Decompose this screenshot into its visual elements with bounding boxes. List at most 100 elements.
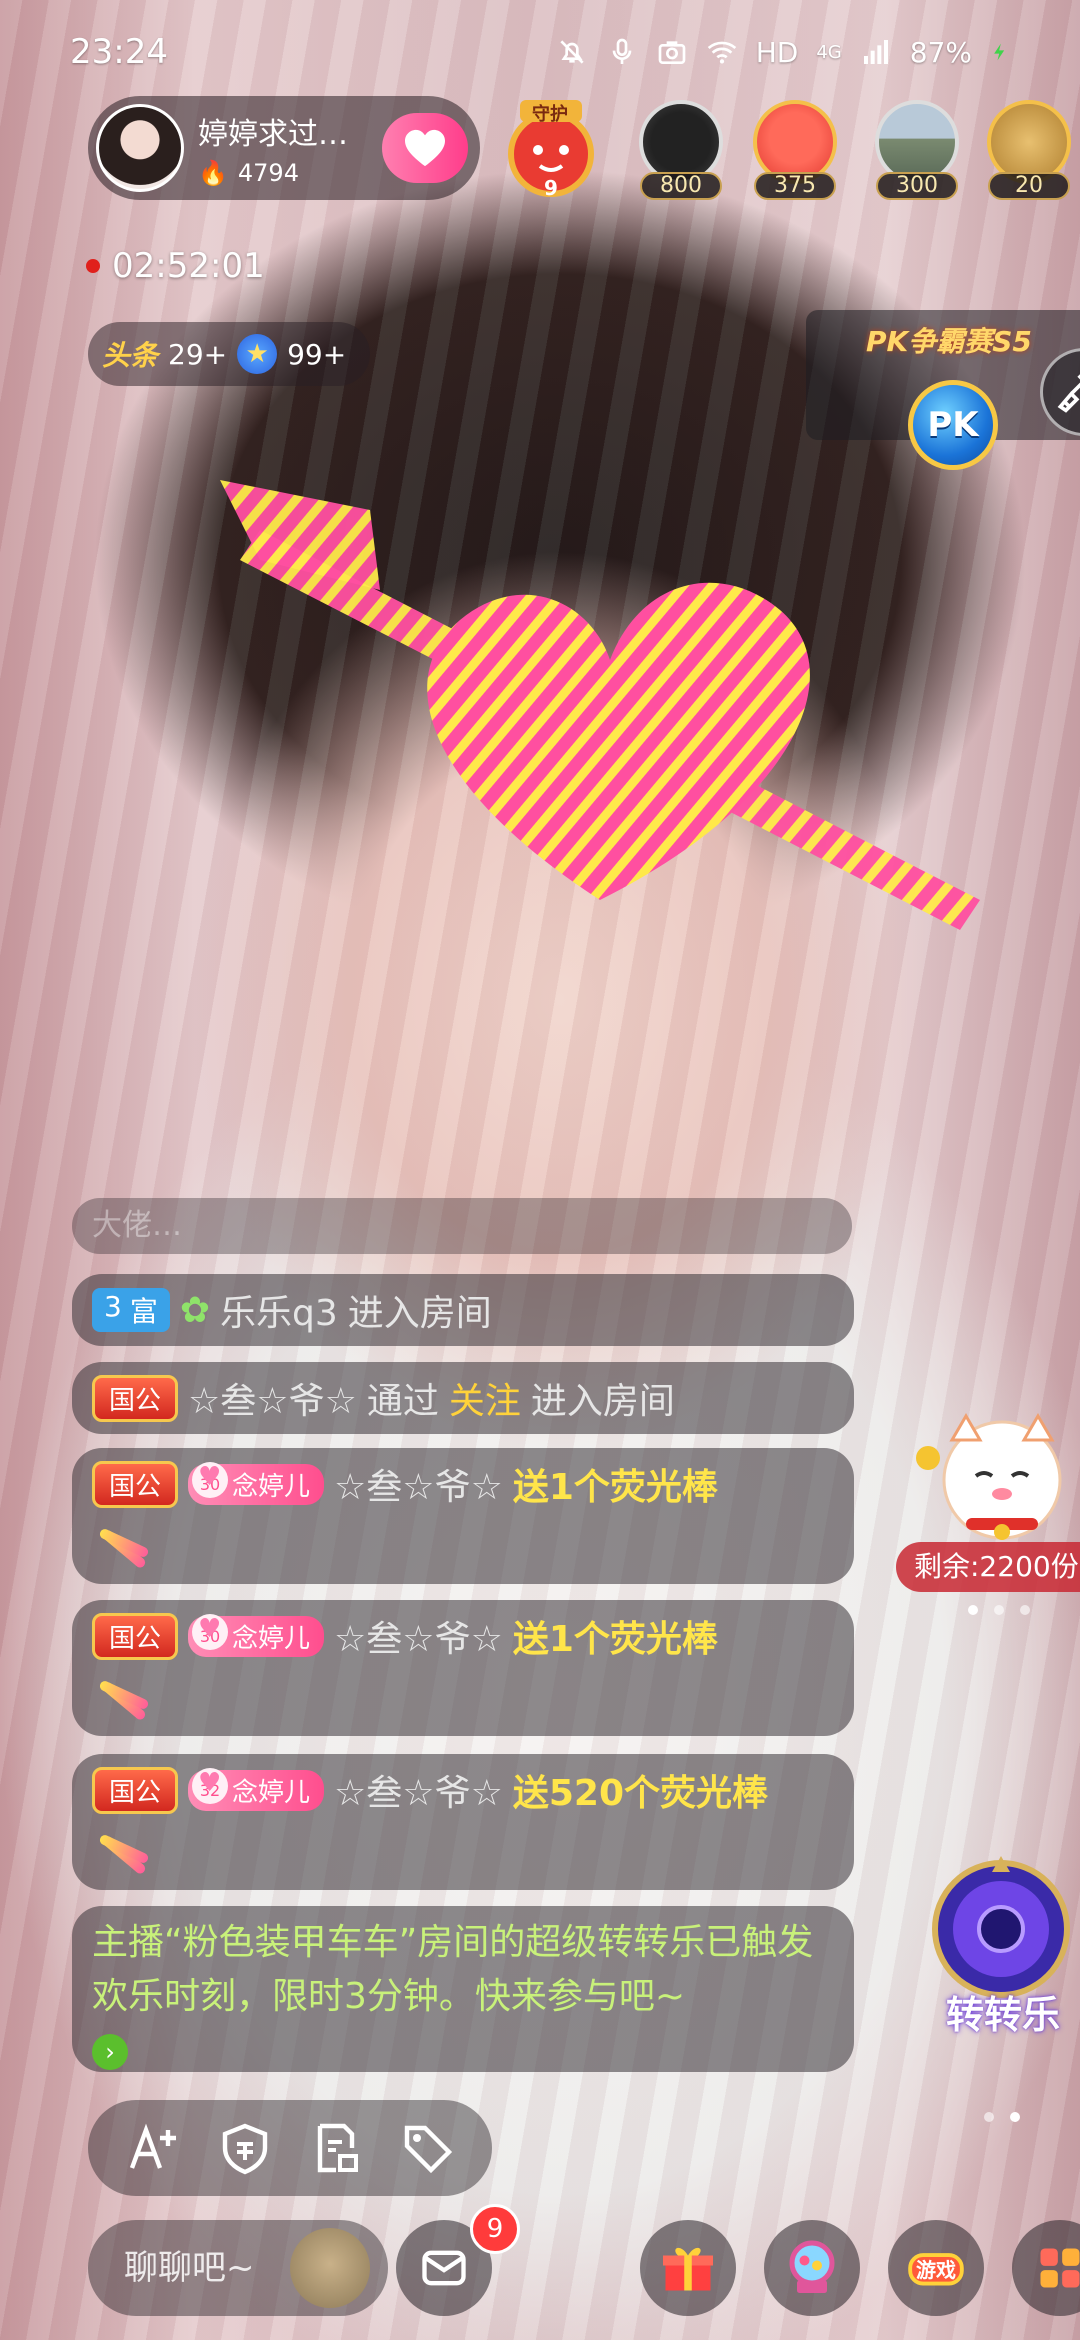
chevron-right-icon[interactable]: › bbox=[92, 2034, 128, 2070]
font-plus-icon bbox=[129, 2123, 176, 2169]
star-coin-icon: ★ bbox=[237, 334, 278, 374]
chat-via-action: 关注 bbox=[448, 1381, 521, 1422]
fan-name: 念婷儿 bbox=[232, 1471, 311, 1502]
fan-level: 32 bbox=[192, 1760, 229, 1806]
font-size-button[interactable] bbox=[122, 2116, 186, 2180]
chat-action: 进入房间 bbox=[530, 1381, 675, 1422]
viewer-avatar-2[interactable]: 375 bbox=[750, 100, 840, 200]
chat-message-gift-1[interactable]: 国公 30 念婷儿 ☆叁☆爷☆ 送1个荧光棒 bbox=[72, 1448, 854, 1584]
chat-message-enter-2[interactable]: 国公 ☆叁☆爷☆ 通过 关注 进入房间 bbox=[72, 1362, 854, 1434]
chat-message-enter-1[interactable]: 3 富 ✿ 乐乐q3 进入房间 bbox=[72, 1274, 854, 1346]
game-button[interactable]: 游戏 bbox=[888, 2220, 984, 2316]
message-count-badge: 9 bbox=[470, 2204, 520, 2254]
carousel-dot bbox=[994, 1605, 1004, 1615]
heart-arrow-sticker bbox=[220, 480, 980, 930]
hd-indicator: HD bbox=[755, 35, 799, 69]
rank-pill[interactable]: 头条 29+ ★ 99+ bbox=[88, 322, 370, 386]
chat-username[interactable]: 乐乐q3 bbox=[220, 1284, 338, 1336]
chat-via: 通过 bbox=[366, 1381, 439, 1422]
rich-label: 富 bbox=[129, 1295, 158, 1328]
charging-icon bbox=[994, 43, 1005, 61]
flame-icon: 🔥 bbox=[198, 159, 228, 187]
system-announcement[interactable]: 主播“粉色装甲车车”房间的超级转转乐已触发欢乐时刻，限时3分钟。快来参与吧~ › bbox=[72, 1906, 854, 2072]
carousel-dot bbox=[1010, 2112, 1020, 2122]
glowstick-gift-icon bbox=[92, 1826, 148, 1882]
host-name: 婷婷求过… bbox=[198, 117, 348, 152]
ticket-button[interactable] bbox=[304, 2116, 368, 2180]
wifi-icon bbox=[707, 41, 736, 64]
rich-level: 3 bbox=[104, 1290, 122, 1323]
chat-username[interactable]: ☆叁☆爷☆ bbox=[334, 1610, 503, 1662]
viewer-avatar-1[interactable]: 800 bbox=[636, 100, 726, 200]
gift-button[interactable] bbox=[640, 2220, 736, 2316]
toutiao-label: 头条 bbox=[102, 339, 159, 372]
host-heat-value: 4794 bbox=[237, 159, 299, 187]
fan-badge: 30 念婷儿 bbox=[188, 1454, 325, 1505]
follow-heart-button[interactable] bbox=[382, 113, 468, 183]
noble-badge: 国公 bbox=[92, 1374, 179, 1422]
shield-icon bbox=[222, 2123, 267, 2175]
guard-label: 守护 bbox=[532, 104, 568, 125]
live-timer: 02:52:01 bbox=[86, 246, 265, 286]
pk-title: PK争霸赛S5 bbox=[866, 325, 1032, 358]
mute-bell-icon bbox=[560, 40, 584, 64]
noble-badge: 国公 bbox=[92, 1766, 179, 1814]
status-bar: 23:24 HD 4G 87% bbox=[0, 0, 1080, 104]
system-message-text: 主播“粉色装甲车车”房间的超级转转乐已触发欢乐时刻，限时3分钟。快来参与吧~ bbox=[92, 1922, 814, 2017]
chat-message-gift-2[interactable]: 国公 30 念婷儿 ☆叁☆爷☆ 送1个荧光棒 bbox=[72, 1600, 854, 1736]
star-count: 99+ bbox=[287, 337, 347, 371]
carousel-dot bbox=[1020, 1605, 1030, 1615]
pk-button[interactable]: PK bbox=[908, 380, 998, 470]
fan-badge: 32 念婷儿 bbox=[188, 1760, 325, 1811]
flower-icon: ✿ bbox=[179, 1289, 211, 1331]
host-info: 婷婷求过… 🔥 4794 bbox=[198, 109, 348, 187]
lucky-cat-icon[interactable] bbox=[906, 1410, 1080, 1550]
chat-gift-text: 送1个荧光棒 bbox=[512, 1619, 718, 1660]
lucky-remaining-count[interactable]: 剩余:2200份 bbox=[896, 1542, 1080, 1592]
tag-button[interactable] bbox=[395, 2116, 459, 2180]
glowstick-gift-icon bbox=[92, 1672, 148, 1728]
chat-message-gift-3[interactable]: 国公 32 念婷儿 ☆叁☆爷☆ 送520个荧光棒 bbox=[72, 1754, 854, 1890]
noble-badge: 国公 bbox=[92, 1612, 179, 1660]
user-avatar[interactable] bbox=[290, 2228, 370, 2308]
viewer-score: 800 bbox=[640, 172, 722, 200]
guard-viewer[interactable]: 守护 9 bbox=[496, 94, 606, 204]
fan-level: 30 bbox=[192, 1454, 229, 1500]
battery-percent: 87% bbox=[909, 35, 972, 69]
chat-gift-text: 送520个荧光棒 bbox=[512, 1773, 769, 1814]
chat-tools bbox=[88, 2100, 492, 2196]
tag-icon bbox=[404, 2125, 452, 2174]
more-apps-button[interactable] bbox=[1012, 2220, 1080, 2316]
game-label: 游戏 bbox=[916, 2257, 956, 2282]
viewer-score: 375 bbox=[754, 172, 836, 200]
chat-username[interactable]: ☆叁☆爷☆ bbox=[334, 1764, 503, 1816]
live-timer-value: 02:52:01 bbox=[112, 246, 265, 286]
host-avatar[interactable] bbox=[96, 104, 184, 192]
spin-wheel-label[interactable]: 转转乐 bbox=[946, 1984, 1060, 2039]
viewer-avatar-3[interactable]: 300 bbox=[872, 100, 962, 200]
broom-icon bbox=[1057, 374, 1080, 413]
microphone-icon bbox=[612, 38, 632, 64]
signal-icon bbox=[863, 40, 888, 64]
heart-icon bbox=[405, 129, 445, 167]
status-icons: HD 4G 87% bbox=[556, 36, 1010, 69]
host-card[interactable]: 婷婷求过… 🔥 4794 bbox=[88, 96, 480, 200]
network-type: 4G bbox=[816, 41, 842, 63]
chat-username[interactable]: ☆叁☆爷☆ bbox=[188, 1372, 357, 1424]
fan-name: 念婷儿 bbox=[232, 1777, 311, 1808]
noble-badge: 国公 bbox=[92, 1460, 179, 1508]
carousel-dot bbox=[968, 1605, 978, 1615]
gacha-icon bbox=[789, 2240, 835, 2293]
guard-button[interactable] bbox=[213, 2116, 277, 2180]
rich-level-badge: 3 富 bbox=[92, 1288, 170, 1332]
chat-faded-message: 大佬… bbox=[72, 1198, 852, 1254]
camera-icon bbox=[658, 41, 686, 64]
grid-apps-icon bbox=[1040, 2248, 1080, 2288]
recording-dot-icon bbox=[86, 259, 100, 273]
lottery-machine-button[interactable] bbox=[764, 2220, 860, 2316]
chat-username[interactable]: ☆叁☆爷☆ bbox=[334, 1458, 503, 1510]
spin-wheel-icon[interactable] bbox=[926, 1854, 1076, 2004]
document-lock-icon bbox=[317, 2123, 358, 2173]
viewer-avatar-4[interactable]: 20 bbox=[984, 100, 1080, 200]
fan-name: 念婷儿 bbox=[232, 1623, 311, 1654]
